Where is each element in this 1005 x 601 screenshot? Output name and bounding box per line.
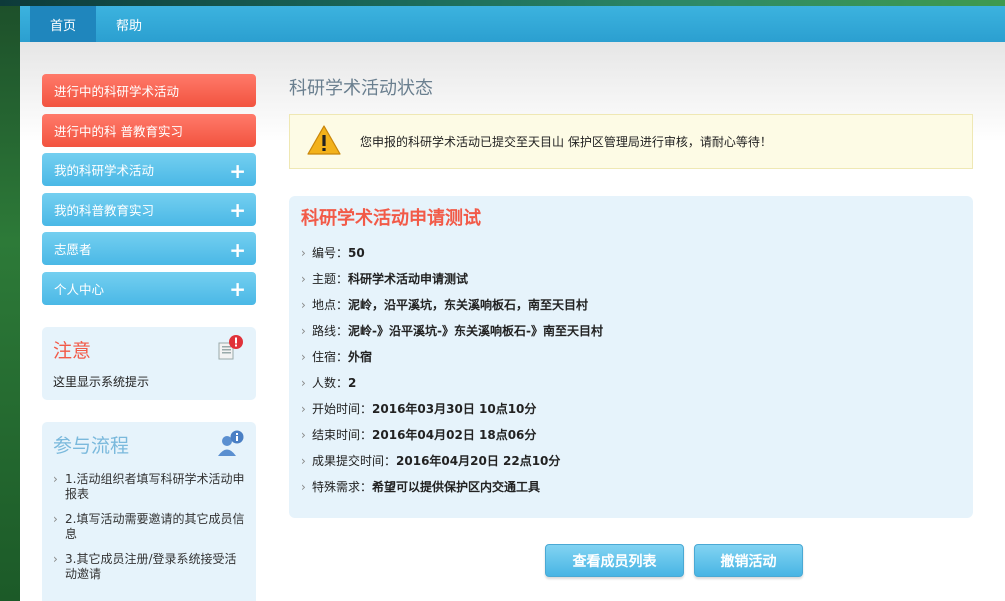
detail-label: 住宿： (312, 350, 349, 364)
process-steps: 1.活动组织者填写科研学术活动申报表 2.填写活动需要邀请的其它成员信息 3.其… (53, 472, 245, 582)
expand-plus-icon[interactable]: + (229, 279, 246, 299)
sidebar-item-personal-center[interactable]: 个人中心 + (42, 271, 256, 305)
document-alert-icon (217, 334, 245, 366)
sidebar-item-label: 进行中的科 普教育实习 (54, 123, 183, 139)
expand-plus-icon[interactable]: + (229, 240, 246, 260)
list-item: 1.活动组织者填写科研学术活动申报表 (53, 472, 245, 502)
sidebar-item-label: 个人中心 (54, 281, 105, 297)
detail-row: 结束时间：2016年04月02日 18点06分 (301, 422, 961, 448)
detail-row: 路线：泥岭-》沿平溪坑-》东关溪响板石-》南至天目村 (301, 318, 961, 344)
main-content: 科研学术活动状态 您申报的科研学术活动已提交至天目山 保护区管理局进行审核，请耐… (289, 74, 973, 518)
list-item: 3.其它成员注册/登录系统接受活动邀请 (53, 552, 245, 582)
detail-label: 编号： (312, 246, 349, 260)
process-title: 参与流程 (53, 435, 130, 457)
status-alert: 您申报的科研学术活动已提交至天目山 保护区管理局进行审核，请耐心等待！ (289, 114, 973, 169)
nav-home[interactable]: 首页 (30, 6, 96, 42)
detail-value: 科研学术活动申请测试 (348, 272, 469, 286)
activity-title: 科研学术活动申请测试 (301, 208, 481, 229)
detail-value: 2016年03月30日 10点10分 (372, 402, 537, 416)
notice-panel: 注意 这里显示系统提示 (42, 326, 256, 400)
detail-value: 泥岭-》沿平溪坑-》东关溪响板石-》南至天目村 (348, 324, 603, 338)
detail-label: 结束时间： (312, 428, 373, 442)
sidebar-item-label: 我的科研学术活动 (54, 163, 155, 178)
detail-row: 住宿：外宿 (301, 344, 961, 370)
detail-value: 50 (348, 246, 365, 260)
detail-value: 2016年04月02日 18点06分 (372, 428, 537, 442)
warning-icon (306, 124, 342, 160)
detail-row: 开始时间：2016年03月30日 10点10分 (301, 396, 961, 422)
sidebar-item-label: 志愿者 (54, 242, 92, 257)
page-title: 科研学术活动状态 (289, 78, 433, 99)
detail-row: 编号：50 (301, 240, 961, 266)
nav-help[interactable]: 帮助 (96, 6, 162, 42)
sidebar: 进行中的科研学术活动 进行中的科 普教育实习 我的科研学术活动 + 我的科普教育… (42, 74, 256, 601)
detail-label: 特殊需求： (312, 480, 373, 494)
alert-text: 您申报的科研学术活动已提交至天目山 保护区管理局进行审核，请耐心等待！ (360, 135, 772, 149)
top-navigation: 首页 帮助 (20, 6, 1005, 42)
process-panel: 参与流程 1.活动组织者填写科研学术活动申报表 2.填写活动需要邀请的其它成员信… (42, 421, 256, 601)
page: 首页 帮助 进行中的科研学术活动 进行中的科 普教育实习 我的科研学术活动 + … (20, 6, 1005, 601)
notice-title: 注意 (53, 340, 92, 362)
detail-value: 2016年04月20日 22点10分 (396, 454, 561, 468)
detail-label: 主题： (312, 272, 349, 286)
view-members-button[interactable]: 查看成员列表 (545, 544, 684, 577)
sidebar-item-my-education[interactable]: 我的科普教育实习 + (42, 192, 256, 226)
cancel-activity-button[interactable]: 撤销活动 (694, 544, 803, 577)
sidebar-item-label: 我的科普教育实习 (54, 202, 155, 218)
detail-row: 人数：2 (301, 370, 961, 396)
list-item: 2.填写活动需要邀请的其它成员信息 (53, 512, 245, 542)
sidebar-item-my-research[interactable]: 我的科研学术活动 + (42, 153, 256, 186)
expand-plus-icon[interactable]: + (229, 161, 246, 181)
sidebar-item-label: 进行中的科研学术活动 (54, 84, 180, 99)
detail-value: 2 (348, 376, 357, 390)
activity-card: 科研学术活动申请测试 编号：50 主题：科研学术活动申请测试 地点：泥岭，沿平溪… (289, 196, 973, 518)
background-left (0, 0, 20, 601)
detail-label: 路线： (312, 324, 349, 338)
detail-label: 地点： (312, 298, 349, 312)
detail-label: 开始时间： (312, 402, 373, 416)
sidebar-item-ongoing-education[interactable]: 进行中的科 普教育实习 (42, 113, 256, 147)
detail-value: 希望可以提供保护区内交通工具 (372, 480, 541, 494)
sidebar-item-volunteer[interactable]: 志愿者 + (42, 232, 256, 265)
activity-details: 编号：50 主题：科研学术活动申请测试 地点：泥岭，沿平溪坑，东关溪响板石，南至… (301, 240, 961, 500)
detail-row: 地点：泥岭，沿平溪坑，东关溪响板石，南至天目村 (301, 292, 961, 318)
detail-value: 泥岭，沿平溪坑，东关溪响板石，南至天目村 (348, 298, 589, 312)
sidebar-item-ongoing-research[interactable]: 进行中的科研学术活动 (42, 74, 256, 107)
detail-row: 成果提交时间：2016年04月20日 22点10分 (301, 448, 961, 474)
action-buttons: 查看成员列表 撤销活动 (545, 544, 803, 577)
detail-label: 人数： (312, 376, 349, 390)
expand-plus-icon[interactable]: + (229, 200, 246, 220)
detail-label: 成果提交时间： (312, 454, 397, 468)
user-info-icon (217, 429, 245, 461)
detail-row: 主题：科研学术活动申请测试 (301, 266, 961, 292)
notice-text: 这里显示系统提示 (53, 374, 150, 389)
detail-value: 外宿 (348, 350, 373, 364)
detail-row: 特殊需求：希望可以提供保护区内交通工具 (301, 474, 961, 500)
